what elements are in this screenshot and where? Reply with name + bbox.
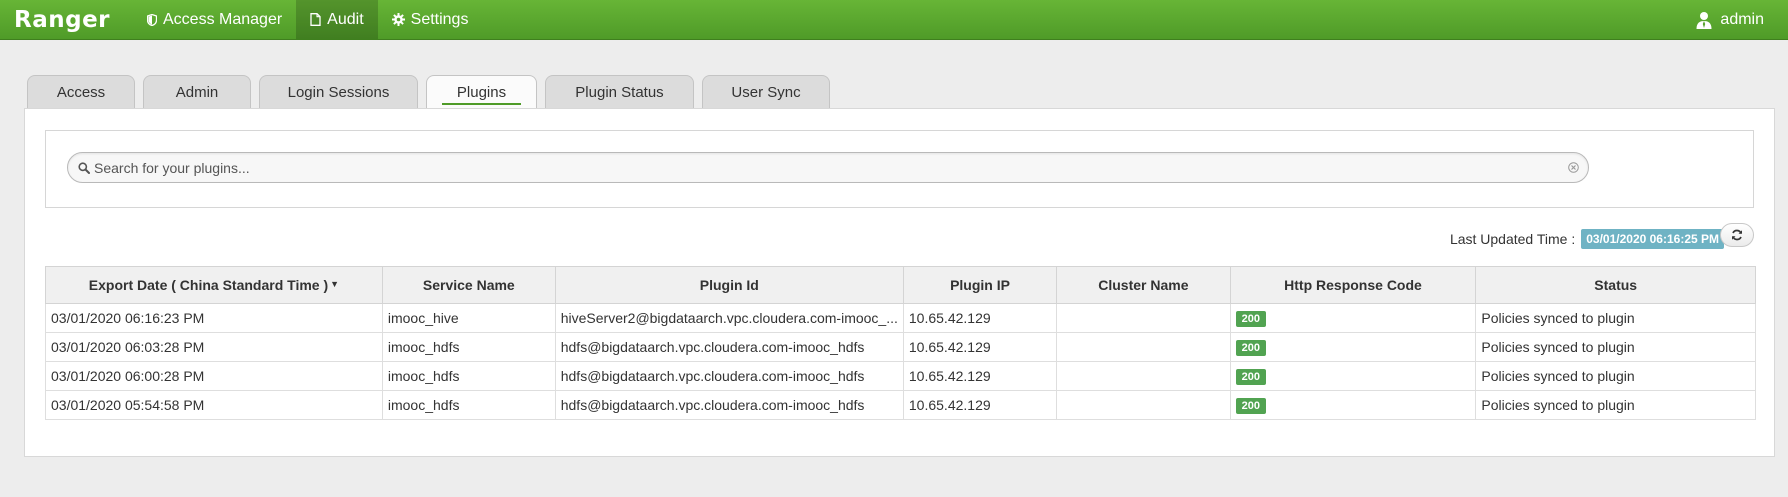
cell-plugin-ip: 10.65.42.129 — [902, 303, 1058, 333]
user-icon — [1696, 11, 1712, 29]
col-status: Status — [1475, 266, 1756, 304]
top-navbar: Ranger Access Manager Audit Settings adm… — [0, 0, 1788, 40]
user-menu[interactable]: admin — [1696, 0, 1788, 39]
table-header-row: Export Date ( China Standard Time ) ▼ Ser… — [45, 266, 1756, 304]
col-label: Plugin IP — [950, 277, 1010, 293]
tab-admin[interactable]: Admin — [143, 75, 251, 108]
active-tab-underline — [442, 103, 521, 105]
col-plugin-id: Plugin Id — [554, 266, 904, 304]
response-code-badge: 200 — [1235, 311, 1266, 327]
tab-label: Access — [56, 83, 106, 101]
last-updated-badge: 03/01/2020 06:16:25 PM — [1581, 229, 1724, 249]
audit-tabs: Access Admin Login Sessions Plugins Plug… — [27, 75, 830, 108]
nav-audit-label: Audit — [327, 10, 364, 28]
tab-label: User Sync — [731, 83, 801, 101]
cell-plugin-ip: 10.65.42.129 — [902, 390, 1058, 420]
cell-cluster-name — [1056, 332, 1231, 362]
cell-plugin-ip: 10.65.42.129 — [902, 361, 1058, 391]
nav-access-manager-label: Access Manager — [163, 10, 283, 28]
cell-plugin-id: hdfs@bigdataarch.vpc.cloudera.com-imooc_… — [554, 390, 904, 420]
nav-audit[interactable]: Audit — [296, 0, 378, 39]
cell-status: Policies synced to plugin — [1475, 361, 1756, 391]
tab-label: Plugin Status — [575, 83, 664, 101]
file-icon — [310, 13, 321, 26]
tab-label: Plugins — [456, 83, 507, 101]
refresh-button[interactable] — [1720, 223, 1754, 247]
table-row: 03/01/2020 06:03:28 PM imooc_hdfs hdfs@b… — [45, 332, 1756, 362]
table-row: 03/01/2020 05:54:58 PM imooc_hdfs hdfs@b… — [45, 390, 1756, 420]
col-label: Status — [1594, 277, 1638, 293]
col-label: Export Date ( China Standard Time ) — [88, 277, 329, 293]
clear-search-icon[interactable] — [1568, 162, 1579, 173]
cell-status: Policies synced to plugin — [1475, 303, 1756, 333]
cell-service-name: imooc_hive — [381, 303, 556, 333]
cell-status: Policies synced to plugin — [1475, 332, 1756, 362]
tab-login-sessions[interactable]: Login Sessions — [259, 75, 418, 108]
response-code-badge: 200 — [1235, 398, 1266, 414]
cell-cluster-name — [1056, 361, 1231, 391]
nav-settings[interactable]: Settings — [378, 0, 483, 39]
col-label: Service Name — [422, 277, 515, 293]
nav-access-manager[interactable]: Access Manager — [133, 0, 296, 39]
cell-plugin-ip: 10.65.42.129 — [902, 332, 1058, 362]
cell-export-date: 03/01/2020 05:54:58 PM — [45, 390, 383, 420]
search-container — [45, 130, 1754, 208]
cell-service-name: imooc_hdfs — [381, 332, 556, 362]
cell-export-date: 03/01/2020 06:00:28 PM — [45, 361, 383, 391]
user-name: admin — [1720, 10, 1764, 28]
tab-plugin-status[interactable]: Plugin Status — [545, 75, 694, 108]
col-label: Cluster Name — [1098, 277, 1189, 293]
shield-icon — [147, 13, 157, 26]
cell-http-response-code: 200 — [1229, 361, 1477, 391]
col-label: Plugin Id — [699, 277, 759, 293]
search-input[interactable] — [94, 157, 1564, 179]
table-row: 03/01/2020 06:00:28 PM imooc_hdfs hdfs@b… — [45, 361, 1756, 391]
col-plugin-ip: Plugin IP — [902, 266, 1058, 304]
plugins-panel: Last Updated Time : 03/01/2020 06:16:25 … — [24, 108, 1775, 457]
sort-desc-icon[interactable]: ▼ — [330, 279, 339, 289]
cell-cluster-name — [1056, 390, 1231, 420]
last-updated: Last Updated Time : 03/01/2020 06:16:25 … — [1450, 229, 1724, 249]
response-code-badge: 200 — [1235, 340, 1266, 356]
tab-label: Login Sessions — [287, 83, 390, 101]
last-updated-label: Last Updated Time : — [1449, 231, 1576, 247]
table-row: 03/01/2020 06:16:23 PM imooc_hive hiveSe… — [45, 303, 1756, 333]
tab-access[interactable]: Access — [27, 75, 135, 108]
plugins-table: Export Date ( China Standard Time ) ▼ Ser… — [45, 266, 1756, 420]
search-field[interactable] — [67, 152, 1589, 183]
brand-logo[interactable]: Ranger — [0, 0, 133, 39]
col-http-response-code: Http Response Code — [1229, 266, 1477, 304]
cell-service-name: imooc_hdfs — [381, 390, 556, 420]
cell-export-date: 03/01/2020 06:16:23 PM — [45, 303, 383, 333]
cell-http-response-code: 200 — [1229, 332, 1477, 362]
refresh-icon — [1732, 229, 1742, 241]
tab-plugins[interactable]: Plugins — [426, 75, 537, 108]
col-export-date[interactable]: Export Date ( China Standard Time ) ▼ — [45, 266, 383, 304]
response-code-badge: 200 — [1235, 369, 1266, 385]
cell-plugin-id: hdfs@bigdataarch.vpc.cloudera.com-imooc_… — [554, 361, 904, 391]
col-service-name: Service Name — [381, 266, 556, 304]
cell-http-response-code: 200 — [1229, 390, 1477, 420]
cell-plugin-id: hiveServer2@bigdataarch.vpc.cloudera.com… — [554, 303, 904, 333]
gear-icon — [391, 13, 405, 26]
search-icon — [78, 162, 90, 174]
col-cluster-name: Cluster Name — [1056, 266, 1231, 304]
tab-user-sync[interactable]: User Sync — [702, 75, 830, 108]
cell-plugin-id: hdfs@bigdataarch.vpc.cloudera.com-imooc_… — [554, 332, 904, 362]
cell-cluster-name — [1056, 303, 1231, 333]
cell-service-name: imooc_hdfs — [381, 361, 556, 391]
col-label: Http Response Code — [1284, 277, 1422, 293]
cell-export-date: 03/01/2020 06:03:28 PM — [45, 332, 383, 362]
nav-settings-label: Settings — [410, 10, 469, 28]
cell-status: Policies synced to plugin — [1475, 390, 1756, 420]
tab-label: Admin — [175, 83, 219, 101]
cell-http-response-code: 200 — [1229, 303, 1477, 333]
